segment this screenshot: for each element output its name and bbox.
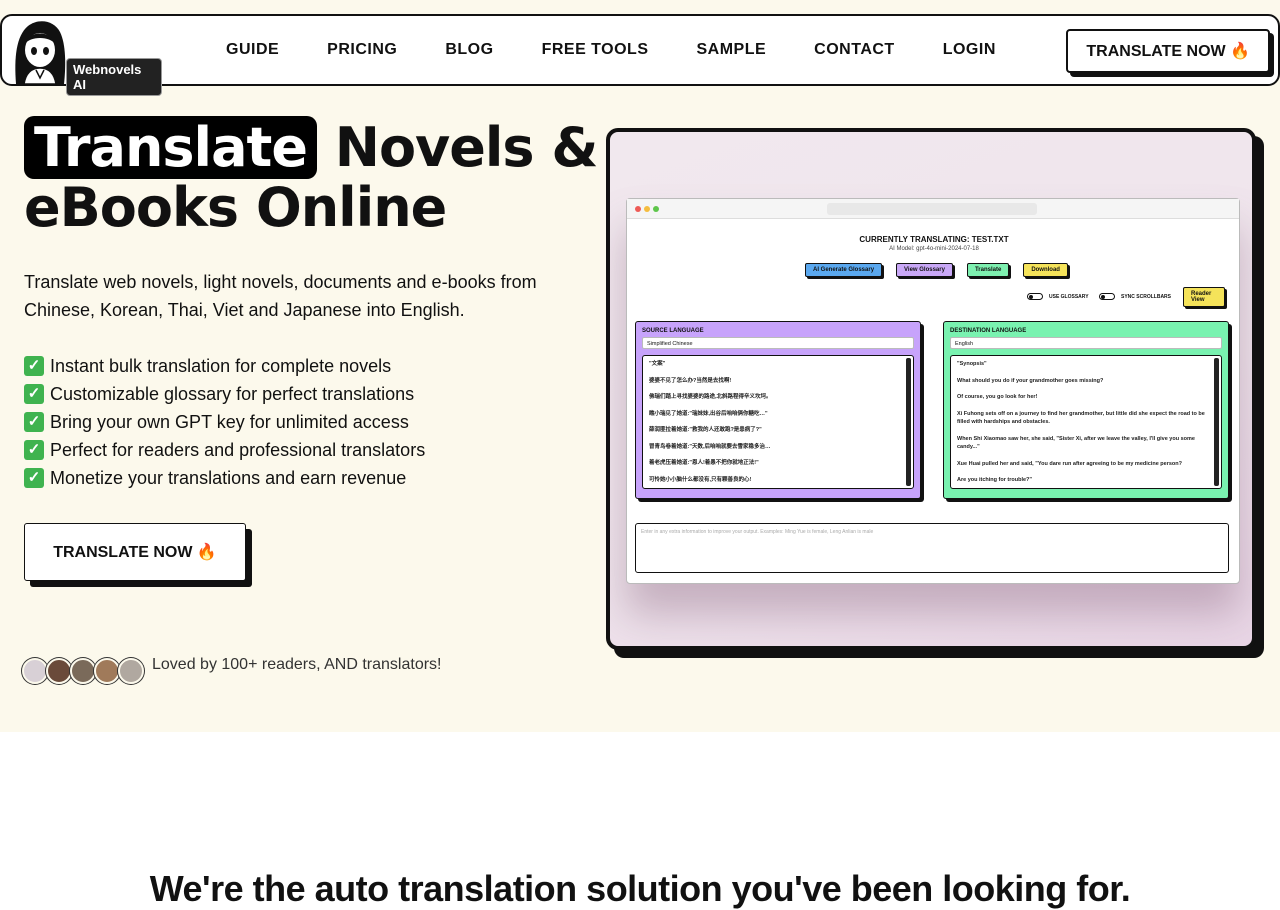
text-line: When Shi Xiaomao saw her, she said, "Sis… [957,435,1195,451]
text-line: Xi Fuhong sets off on a journey to find … [957,410,1205,426]
checkmark-icon: ✓ [24,384,44,404]
text-line: Xue Huai pulled her and said, "You dare … [957,460,1182,467]
text-line: 薛润匪拉着她道:"救我的人还敢跑?是患病了?" [649,427,762,433]
toggle-label: USE GLOSSARY [1049,293,1089,300]
feature-text: Instant bulk translation for complete no… [50,356,392,376]
feature-text: Monetize your translations and earn reve… [50,468,407,488]
nav-link-free-tools[interactable]: FREE TOOLS [542,41,649,59]
text-line: 可怜她小小脑什么都没有,只有颗善良的心! [649,476,752,483]
glossary-toggle: USE GLOSSARY [1027,293,1089,300]
feature-list: ✓ Instant bulk translation for complete n… [24,352,425,492]
hero-section: Webnovels AI GUIDE PRICING BLOG FREE TOO… [0,0,1280,732]
checkmark-icon: ✓ [24,468,44,488]
avatar [46,658,72,684]
extra-info-textarea: Enter in any extra information to improv… [635,523,1229,573]
toggle-label: SYNC SCROLLBARS [1121,293,1172,300]
maximize-dot-icon [653,206,659,212]
avatar [118,658,144,684]
toggle-icon [1027,293,1043,300]
nav-link-guide[interactable]: GUIDE [226,41,279,59]
scrollbar [906,358,911,486]
translating-title: CURRENTLY TRANSLATING: TEST.TXT [859,235,1009,244]
app-screenshot: CURRENTLY TRANSLATING: TEST.TXT AI Model… [606,128,1256,650]
nav-link-contact[interactable]: CONTACT [814,41,895,59]
hero-title-highlight: Translate [24,116,317,179]
hero-title-part1: Novels & [334,116,599,179]
close-dot-icon [635,206,641,212]
browser-toolbar [627,199,1239,219]
sync-scroll-toggle: SYNC SCROLLBARS [1099,293,1171,300]
reader-avatars [22,658,144,684]
toggle-icon [1099,293,1115,300]
hero-title: Translate Novels & eBooks Online [24,116,604,239]
destination-language-select: English [950,337,1222,349]
hero-translate-now-button[interactable]: TRANSLATE NOW 🔥 [24,523,246,581]
reader-view-button: Reader View [1183,287,1225,307]
avatar [94,658,120,684]
source-language-select: Simplified Chinese [642,337,914,349]
feature-text: Perfect for readers and professional tra… [50,440,426,460]
avatar [22,658,48,684]
scrollbar [1214,358,1219,486]
minimize-dot-icon [644,206,650,212]
text-line: Are you itching for trouble?" [957,477,1033,483]
source-label: SOURCE LANGUAGE [642,328,704,334]
destination-panel: DESTINATION LANGUAGE English "Synopsis" … [943,321,1229,499]
text-line: "文案" [649,361,666,367]
social-proof-text: Loved by 100+ readers, AND translators! [152,656,442,673]
translate-button: Translate [966,263,1010,277]
view-glossary-button: View Glossary [896,263,953,277]
feature-item: ✓ Monetize your translations and earn rev… [24,464,425,492]
feature-text: Bring your own GPT key for unlimited acc… [50,412,409,432]
avatar [70,658,96,684]
feature-item: ✓ Bring your own GPT key for unlimited ac… [24,408,425,436]
hero-title-part2: eBooks Online [24,176,447,239]
feature-item: ✓ Customizable glossary for perfect trans… [24,380,425,408]
checkmark-icon: ✓ [24,356,44,376]
nav-link-login[interactable]: LOGIN [943,41,996,59]
logo[interactable]: Webnovels AI [10,18,162,96]
checkmark-icon: ✓ [24,412,44,432]
browser-window: CURRENTLY TRANSLATING: TEST.TXT AI Model… [626,198,1240,584]
text-line: 着老虎压着她道:"恩人!着愚不把你就地正法!" [649,460,759,466]
source-text: "文案" 婆婆不见了怎么办?当然是去找啊! 佛瑞们踏上寻找婆婆的路途,北斜路程得… [642,355,914,489]
url-bar [827,203,1037,215]
section-heading: We're the auto translation solution you'… [149,868,1131,909]
nav-translate-now-button[interactable]: TRANSLATE NOW 🔥 [1066,29,1270,73]
text-line: Of course, you go look for her! [957,394,1038,400]
nav-link-blog[interactable]: BLOG [445,41,493,59]
checkmark-icon: ✓ [24,440,44,460]
destination-text: "Synopsis" What should you do if your gr… [950,355,1222,489]
text-line: 瞧小瑞见了她道:"瑞妹妹,出谷后咱咱俩你糖吃…" [649,410,768,417]
text-line: What should you do if your grandmother g… [957,377,1104,384]
logo-text: Webnovels AI [66,58,162,96]
nav-links: GUIDE PRICING BLOG FREE TOOLS SAMPLE CON… [202,16,1020,84]
anime-girl-logo-icon [15,21,66,85]
feature-item: ✓ Instant bulk translation for complete n… [24,352,425,380]
feature-item: ✓ Perfect for readers and professional tr… [24,436,425,464]
hero-subtitle: Translate web novels, light novels, docu… [24,272,537,320]
text-line: 婆婆不见了怎么办?当然是去找啊! [649,377,732,384]
ai-generate-glossary-button: AI Generate Glossary [805,263,883,277]
text-line: 冒青鸟卷着她道:"天数,后咱咱就要去雪家稳多治… [649,443,771,450]
nav-link-pricing[interactable]: PRICING [327,41,397,59]
text-line: "Synopsis" [957,361,987,367]
destination-label: DESTINATION LANGUAGE [950,328,1027,334]
action-buttons: AI Generate Glossary View Glossary Trans… [805,263,1082,277]
download-button: Download [1023,263,1068,277]
text-line: 佛瑞们踏上寻找婆婆的路途,北斜路程得辛义坎坷。 [649,394,772,400]
source-panel: SOURCE LANGUAGE Simplified Chinese "文案" … [635,321,921,499]
model-label: AI Model: gpt-4o-mini-2024-07-18 [889,246,979,252]
feature-text: Customizable glossary for perfect transl… [50,384,415,404]
nav-link-sample[interactable]: SAMPLE [697,41,767,59]
top-nav: Webnovels AI GUIDE PRICING BLOG FREE TOO… [0,14,1280,96]
